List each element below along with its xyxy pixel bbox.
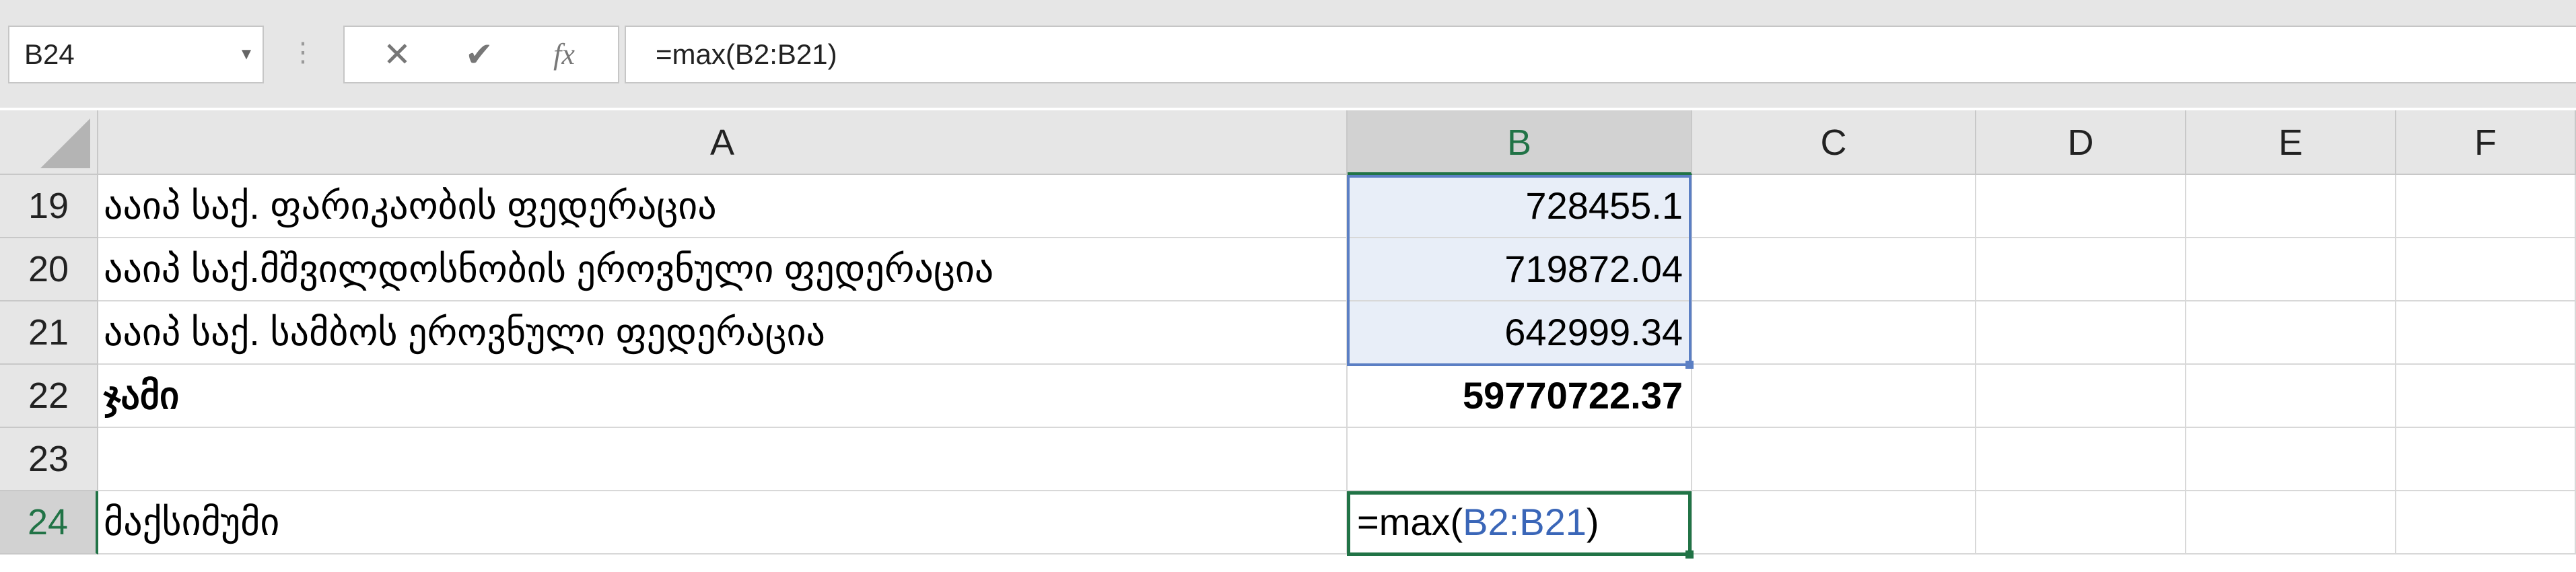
formula-range-reference: B2:B21 <box>1463 501 1587 543</box>
cell-e20[interactable] <box>2186 238 2396 301</box>
cell-f23[interactable] <box>2396 428 2576 491</box>
cell-b22[interactable]: 59770722.37 <box>1348 365 1692 428</box>
cell-c24[interactable] <box>1692 491 1976 555</box>
row-header-19[interactable]: 19 <box>0 175 98 238</box>
cell-d19[interactable] <box>1976 175 2186 238</box>
select-all-button[interactable] <box>0 110 98 175</box>
cell-c21[interactable] <box>1692 301 1976 365</box>
range-fill-handle[interactable] <box>1685 361 1694 369</box>
insert-function-icon[interactable]: fx <box>530 27 598 82</box>
cell-a23[interactable] <box>98 428 1348 491</box>
formula-buttons: ✕ ✔ fx <box>343 26 619 83</box>
column-header-f[interactable]: F <box>2396 110 2576 175</box>
row-header-21[interactable]: 21 <box>0 301 98 365</box>
cell-b19[interactable]: 728455.1 <box>1348 175 1692 238</box>
cell-e19[interactable] <box>2186 175 2396 238</box>
cell-f20[interactable] <box>2396 238 2576 301</box>
name-box[interactable]: B24 <box>8 26 264 83</box>
cell-d23[interactable] <box>1976 428 2186 491</box>
column-header-c[interactable]: C <box>1692 110 1976 175</box>
cell-e23[interactable] <box>2186 428 2396 491</box>
chevron-down-icon[interactable]: ▼ <box>233 26 260 83</box>
cell-a21[interactable]: ააიპ საქ. სამბოს ეროვნული ფედერაცია <box>98 301 1348 365</box>
formula-suffix: ) <box>1586 501 1599 543</box>
spreadsheet-grid: A B C D E F 19 ააიპ საქ. ფარიკაობის ფედე… <box>0 108 2576 572</box>
drag-handle-icon[interactable]: ⋮ <box>289 26 316 83</box>
fill-handle[interactable] <box>1685 550 1694 559</box>
cell-a19[interactable]: ააიპ საქ. ფარიკაობის ფედერაცია <box>98 175 1348 238</box>
cell-f21[interactable] <box>2396 301 2576 365</box>
row-header-24[interactable]: 24 <box>0 491 98 555</box>
cell-e22[interactable] <box>2186 365 2396 428</box>
cell-e21[interactable] <box>2186 301 2396 365</box>
cell-d24[interactable] <box>1976 491 2186 555</box>
cell-b20[interactable]: 719872.04 <box>1348 238 1692 301</box>
cell-c19[interactable] <box>1692 175 1976 238</box>
cell-a22[interactable]: ჯამი <box>98 365 1348 428</box>
select-all-triangle <box>40 118 90 168</box>
cell-c23[interactable] <box>1692 428 1976 491</box>
enter-icon[interactable]: ✔ <box>446 27 513 82</box>
cell-a20[interactable]: ააიპ საქ.მშვილდოსნობის ეროვნული ფედერაცი… <box>98 238 1348 301</box>
cell-b21[interactable]: 642999.34 <box>1348 301 1692 365</box>
column-header-d[interactable]: D <box>1976 110 2186 175</box>
cell-f24[interactable] <box>2396 491 2576 555</box>
cell-c20[interactable] <box>1692 238 1976 301</box>
formula-input[interactable]: =max(B2:B21) <box>625 26 2576 83</box>
cancel-icon[interactable]: ✕ <box>363 27 431 82</box>
cell-d21[interactable] <box>1976 301 2186 365</box>
column-header-b[interactable]: B <box>1348 110 1692 175</box>
column-header-a[interactable]: A <box>98 110 1348 175</box>
cell-b23[interactable] <box>1348 428 1692 491</box>
column-header-e[interactable]: E <box>2186 110 2396 175</box>
cell-d20[interactable] <box>1976 238 2186 301</box>
cell-f22[interactable] <box>2396 365 2576 428</box>
cell-a24[interactable]: მაქსიმუმი <box>98 491 1348 555</box>
formula-bar-area: B24 ▼ ⋮ ✕ ✔ fx =max(B2:B21) <box>0 0 2576 108</box>
cell-d22[interactable] <box>1976 365 2186 428</box>
formula-prefix: =max( <box>1357 501 1463 543</box>
cell-e24[interactable] <box>2186 491 2396 555</box>
row-header-20[interactable]: 20 <box>0 238 98 301</box>
row-header-22[interactable]: 22 <box>0 365 98 428</box>
cell-f19[interactable] <box>2396 175 2576 238</box>
row-header-23[interactable]: 23 <box>0 428 98 491</box>
cell-c22[interactable] <box>1692 365 1976 428</box>
cell-b24-active[interactable]: =max(B2:B21) <box>1348 491 1692 555</box>
